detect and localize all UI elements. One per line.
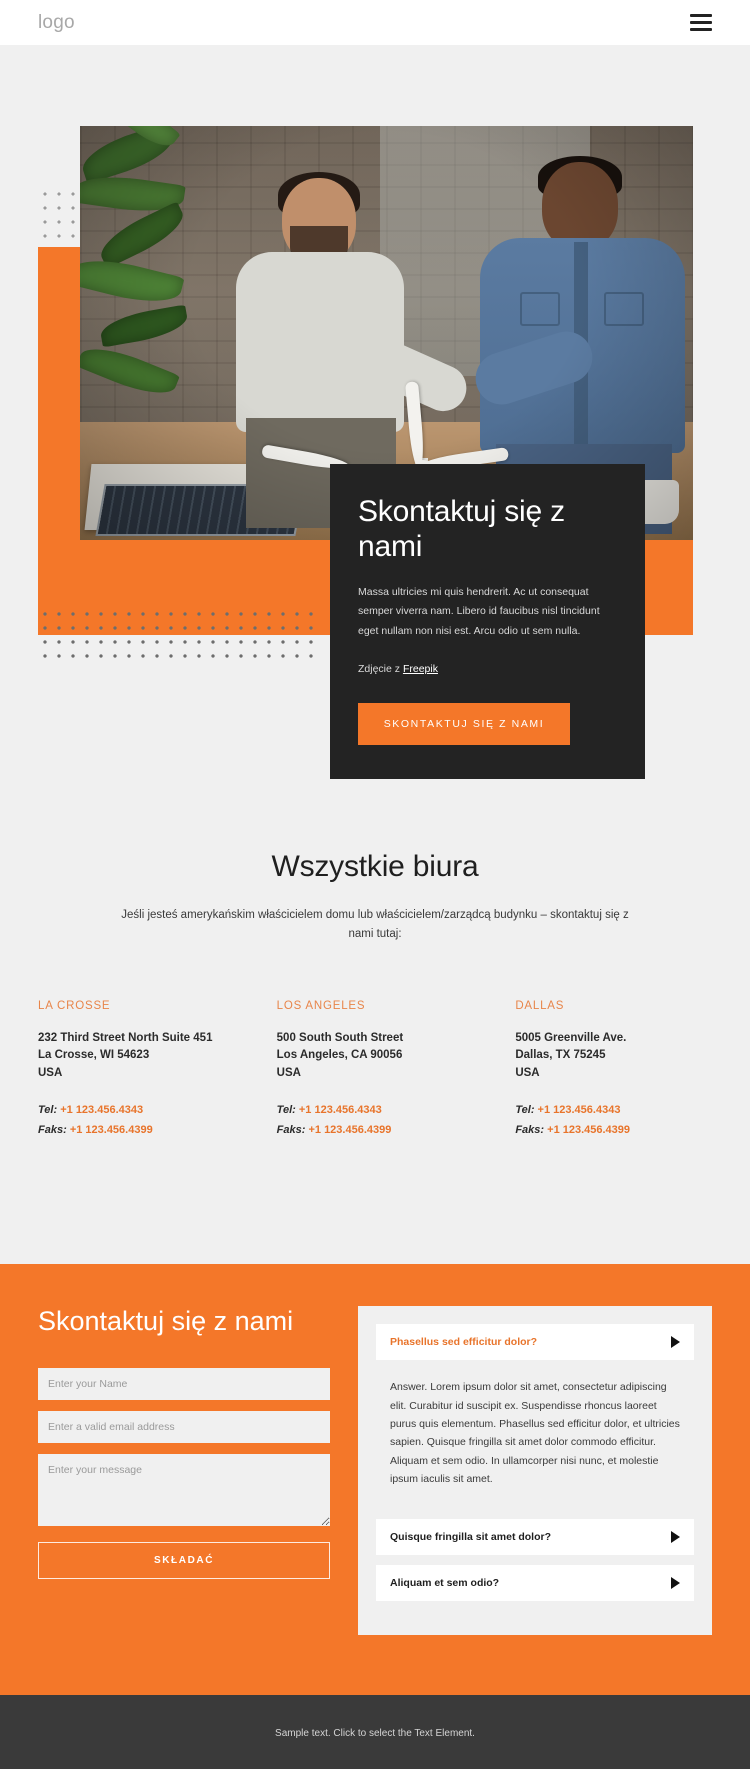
office-fax: Faks: +1 123.456.4399 <box>38 1124 235 1136</box>
offices-subtitle: Jeśli jesteś amerykańskim właścicielem d… <box>121 909 629 940</box>
offices-section: Wszystkie biura Jeśli jesteś amerykański… <box>0 840 750 1265</box>
fax-value[interactable]: +1 123.456.4399 <box>308 1124 391 1136</box>
freepik-link[interactable]: Freepik <box>403 663 438 675</box>
address-line: 500 South South Street <box>276 1031 404 1044</box>
photo-credit: Zdjęcie z Freepik <box>358 663 617 675</box>
address-line: Los Angeles, CA 90056 <box>276 1049 403 1062</box>
office-city: LOS ANGELES <box>276 999 366 1012</box>
office-address: 5005 Greenville Ave. Dallas, TX 75245 US… <box>515 1030 712 1082</box>
photo-credit-prefix: Zdjęcie z <box>358 663 403 676</box>
hamburger-bar <box>690 21 712 24</box>
faq-item-0[interactable]: Phasellus sed efficitur dolor? <box>376 1324 694 1361</box>
address-line: USA <box>38 1066 63 1079</box>
contact-section: Skontaktuj się z nami SKŁADAĆ Phasellus … <box>0 1264 750 1695</box>
fax-value[interactable]: +1 123.456.4399 <box>70 1124 153 1136</box>
office-card: DALLAS 5005 Greenville Ave. Dallas, TX 7… <box>515 1000 712 1144</box>
faq-question: Aliquam et sem odio? <box>390 1576 500 1589</box>
faq-panel: Phasellus sed efficitur dolor? Answer. L… <box>358 1306 712 1635</box>
tel-value[interactable]: +1 123.456.4343 <box>60 1104 143 1116</box>
office-card: LA CROSSE 232 Third Street North Suite 4… <box>38 1000 235 1144</box>
office-address: 500 South South Street Los Angeles, CA 9… <box>277 1030 474 1082</box>
submit-button[interactable]: SKŁADAĆ <box>38 1542 330 1580</box>
office-city: DALLAS <box>515 999 565 1012</box>
fax-value[interactable]: +1 123.456.4399 <box>547 1124 630 1136</box>
address-line: Dallas, TX 75245 <box>515 1049 606 1062</box>
tel-value[interactable]: +1 123.456.4343 <box>299 1104 382 1116</box>
office-fax: Faks: +1 123.456.4399 <box>515 1124 712 1136</box>
address-line: 5005 Greenville Ave. <box>515 1031 627 1044</box>
faq-question: Quisque fringilla sit amet dolor? <box>390 1530 552 1543</box>
office-city: LA CROSSE <box>38 999 111 1012</box>
office-phone: Tel: +1 123.456.4343 <box>38 1104 235 1116</box>
fax-label: Faks: <box>276 1124 306 1137</box>
address-line: 232 Third Street North Suite 451 <box>38 1031 213 1044</box>
fax-label: Faks: <box>38 1124 67 1137</box>
tel-label: Tel: <box>276 1104 296 1117</box>
chevron-right-icon <box>671 1576 680 1589</box>
contact-title: Skontaktuj się z nami <box>38 1306 294 1337</box>
hamburger-bar <box>690 14 712 17</box>
office-fax: Faks: +1 123.456.4399 <box>277 1124 474 1136</box>
dot-pattern-top <box>38 187 80 239</box>
chevron-right-icon <box>671 1336 680 1349</box>
contact-form-column: Skontaktuj się z nami SKŁADAĆ <box>38 1306 330 1580</box>
faq-item-2[interactable]: Aliquam et sem odio? <box>376 1564 694 1601</box>
offices-title: Wszystkie biura <box>271 850 479 883</box>
name-input[interactable] <box>38 1368 330 1401</box>
address-line: La Crosse, WI 54623 <box>38 1049 150 1062</box>
site-header: logo <box>0 0 750 46</box>
faq-item-1[interactable]: Quisque fringilla sit amet dolor? <box>376 1518 694 1555</box>
faq-answer-0: Answer. Lorem ipsum dolor sit amet, cons… <box>390 1381 680 1486</box>
site-footer: Sample text. Click to select the Text El… <box>0 1694 750 1769</box>
hero-title: Skontaktuj się z nami <box>358 495 565 564</box>
hero-cta-button[interactable]: SKONTAKTUJ SIĘ Z NAMI <box>358 703 570 746</box>
hero-paragraph: Massa ultricies mi quis hendrerit. Ac ut… <box>358 585 600 637</box>
hero-section: Skontaktuj się z nami Massa ultricies mi… <box>0 46 750 840</box>
hamburger-bar <box>690 28 712 31</box>
address-line: USA <box>515 1066 540 1079</box>
office-address: 232 Third Street North Suite 451 La Cros… <box>38 1030 235 1082</box>
tel-value[interactable]: +1 123.456.4343 <box>538 1104 621 1116</box>
dot-pattern-bottom <box>38 607 318 659</box>
footer-text: Sample text. Click to select the Text El… <box>275 1727 475 1739</box>
office-card: LOS ANGELES 500 South South Street Los A… <box>277 1000 474 1144</box>
tel-label: Tel: <box>515 1104 535 1117</box>
chevron-right-icon <box>671 1530 680 1543</box>
fax-label: Faks: <box>515 1124 545 1137</box>
tel-label: Tel: <box>38 1104 58 1117</box>
office-phone: Tel: +1 123.456.4343 <box>515 1104 712 1116</box>
email-input[interactable] <box>38 1411 330 1444</box>
site-logo[interactable]: logo <box>38 12 75 34</box>
hamburger-icon[interactable] <box>690 14 712 31</box>
office-phone: Tel: +1 123.456.4343 <box>277 1104 474 1116</box>
message-input[interactable] <box>38 1454 330 1527</box>
address-line: USA <box>276 1066 301 1079</box>
faq-question: Phasellus sed efficitur dolor? <box>390 1336 538 1349</box>
offices-grid: LA CROSSE 232 Third Street North Suite 4… <box>38 1000 712 1144</box>
hero-contact-card: Skontaktuj się z nami Massa ultricies mi… <box>330 464 645 780</box>
